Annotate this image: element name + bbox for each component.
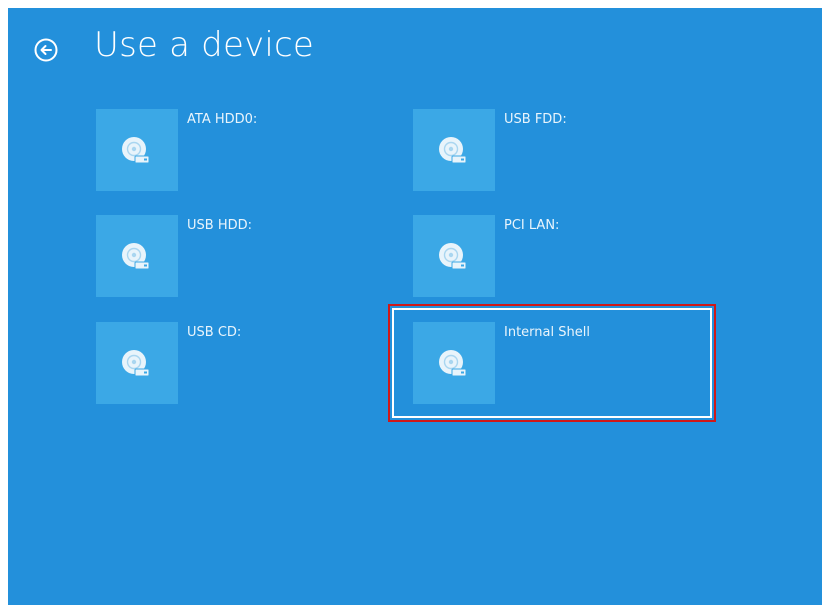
device-tile [413, 215, 495, 297]
selection-highlight [388, 304, 716, 422]
device-label: ATA HDD0: [187, 112, 258, 127]
device-label: PCI LAN: [504, 218, 560, 233]
device-label: USB CD: [187, 325, 242, 340]
disk-drive-icon [439, 243, 467, 270]
device-tile [413, 109, 495, 191]
boot-device-screen: Use a device ATA HDD0: USB FDD: USB HDD:… [8, 8, 822, 605]
disk-drive-icon [439, 137, 467, 164]
disk-drive-icon [122, 137, 150, 164]
disk-drive-icon [122, 350, 150, 377]
device-label: USB HDD: [187, 218, 252, 233]
back-arrow-circle-icon [34, 38, 58, 62]
device-pci-lan[interactable]: PCI LAN: [413, 215, 713, 305]
device-label: USB FDD: [504, 112, 567, 127]
back-button[interactable] [33, 37, 59, 63]
device-usb-hdd[interactable]: USB HDD: [96, 215, 396, 305]
device-tile [96, 215, 178, 297]
device-tile [96, 322, 178, 404]
disk-drive-icon [122, 243, 150, 270]
device-usb-cd[interactable]: USB CD: [96, 322, 396, 412]
device-ata-hdd0[interactable]: ATA HDD0: [96, 109, 396, 199]
page-title: Use a device [94, 25, 315, 65]
device-tile [96, 109, 178, 191]
device-usb-fdd[interactable]: USB FDD: [413, 109, 713, 199]
